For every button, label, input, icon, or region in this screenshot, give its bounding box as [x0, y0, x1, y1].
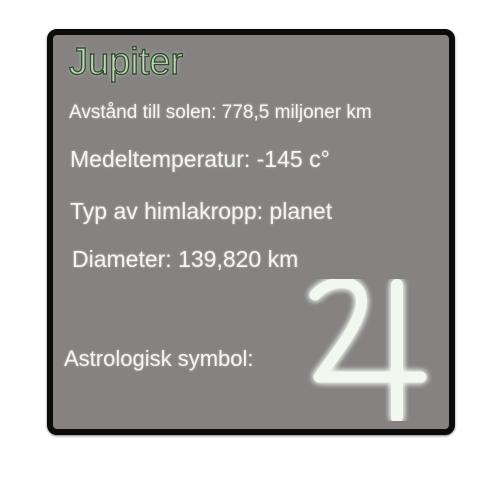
- diameter-text: Diameter: 139,820 km: [72, 246, 299, 272]
- distance-text: Avstånd till solen: 778,5 miljoner km: [69, 102, 372, 123]
- planet-title: Jupiter: [68, 40, 184, 83]
- planet-info-card: Jupiter Avstånd till solen: 778,5 miljon…: [47, 29, 455, 435]
- jupiter-symbol-icon: [309, 279, 427, 421]
- symbol-label: Astrologisk symbol:: [64, 346, 254, 371]
- body-type-text: Typ av himlakropp: planet: [70, 198, 333, 224]
- temperature-text: Medeltemperatur: -145 c°: [70, 146, 330, 172]
